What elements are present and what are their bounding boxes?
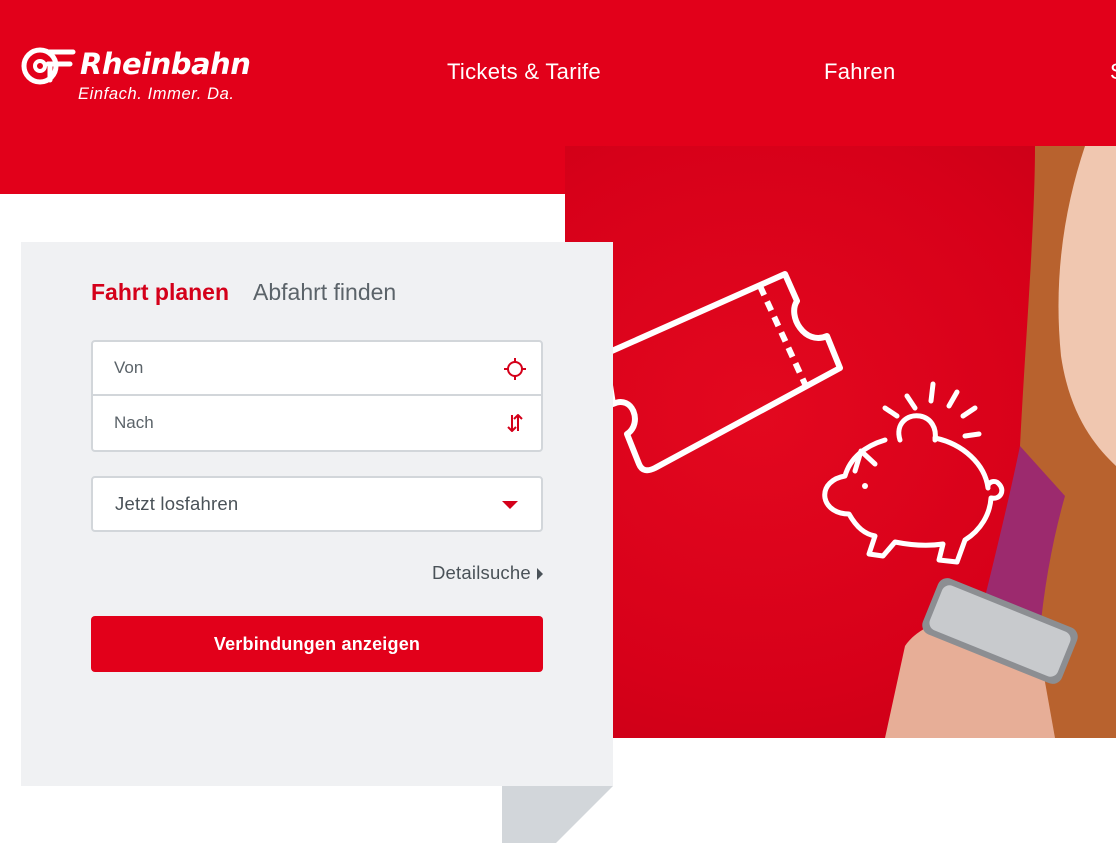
brand-slogan: Einfach. Immer. Da. xyxy=(78,85,235,103)
nav-item-fahren[interactable]: Fahren xyxy=(824,58,896,86)
hero-illustration xyxy=(602,146,1116,738)
tab-abfahrt-finden[interactable]: Abfahrt finden xyxy=(253,278,396,306)
route-fields xyxy=(91,340,543,452)
chevron-down-icon xyxy=(502,501,518,509)
from-field-wrapper xyxy=(93,342,541,396)
tab-fahrt-planen[interactable]: Fahrt planen xyxy=(91,278,229,306)
to-input[interactable] xyxy=(93,396,541,450)
to-field-wrapper xyxy=(93,396,541,450)
departure-time-select[interactable]: Jetzt losfahren xyxy=(91,476,543,532)
departure-time-value: Jetzt losfahren xyxy=(115,493,239,514)
detail-search-link[interactable]: Detailsuche xyxy=(432,562,531,584)
swap-icon[interactable] xyxy=(504,412,526,434)
nav-item-tickets-tarife[interactable]: Tickets & Tarife xyxy=(447,58,601,86)
person-photo xyxy=(885,146,1116,738)
locate-icon[interactable] xyxy=(504,358,526,380)
brand-name: Rheinbahn xyxy=(80,47,251,81)
ticket-icon xyxy=(602,271,843,474)
rheinbahn-logo-icon xyxy=(21,47,76,85)
show-connections-button[interactable]: Verbindungen anzeigen xyxy=(91,616,543,672)
from-input[interactable] xyxy=(93,342,541,394)
hero-image xyxy=(565,146,1116,738)
panel-fold-corner xyxy=(502,786,613,843)
arrow-right-icon xyxy=(537,568,543,580)
piggy-bank-icon xyxy=(822,381,1005,565)
nav-item-partial[interactable]: S xyxy=(1110,58,1116,86)
rheinbahn-logo[interactable]: Rheinbahn Einfach. Immer. Da. xyxy=(20,42,251,112)
